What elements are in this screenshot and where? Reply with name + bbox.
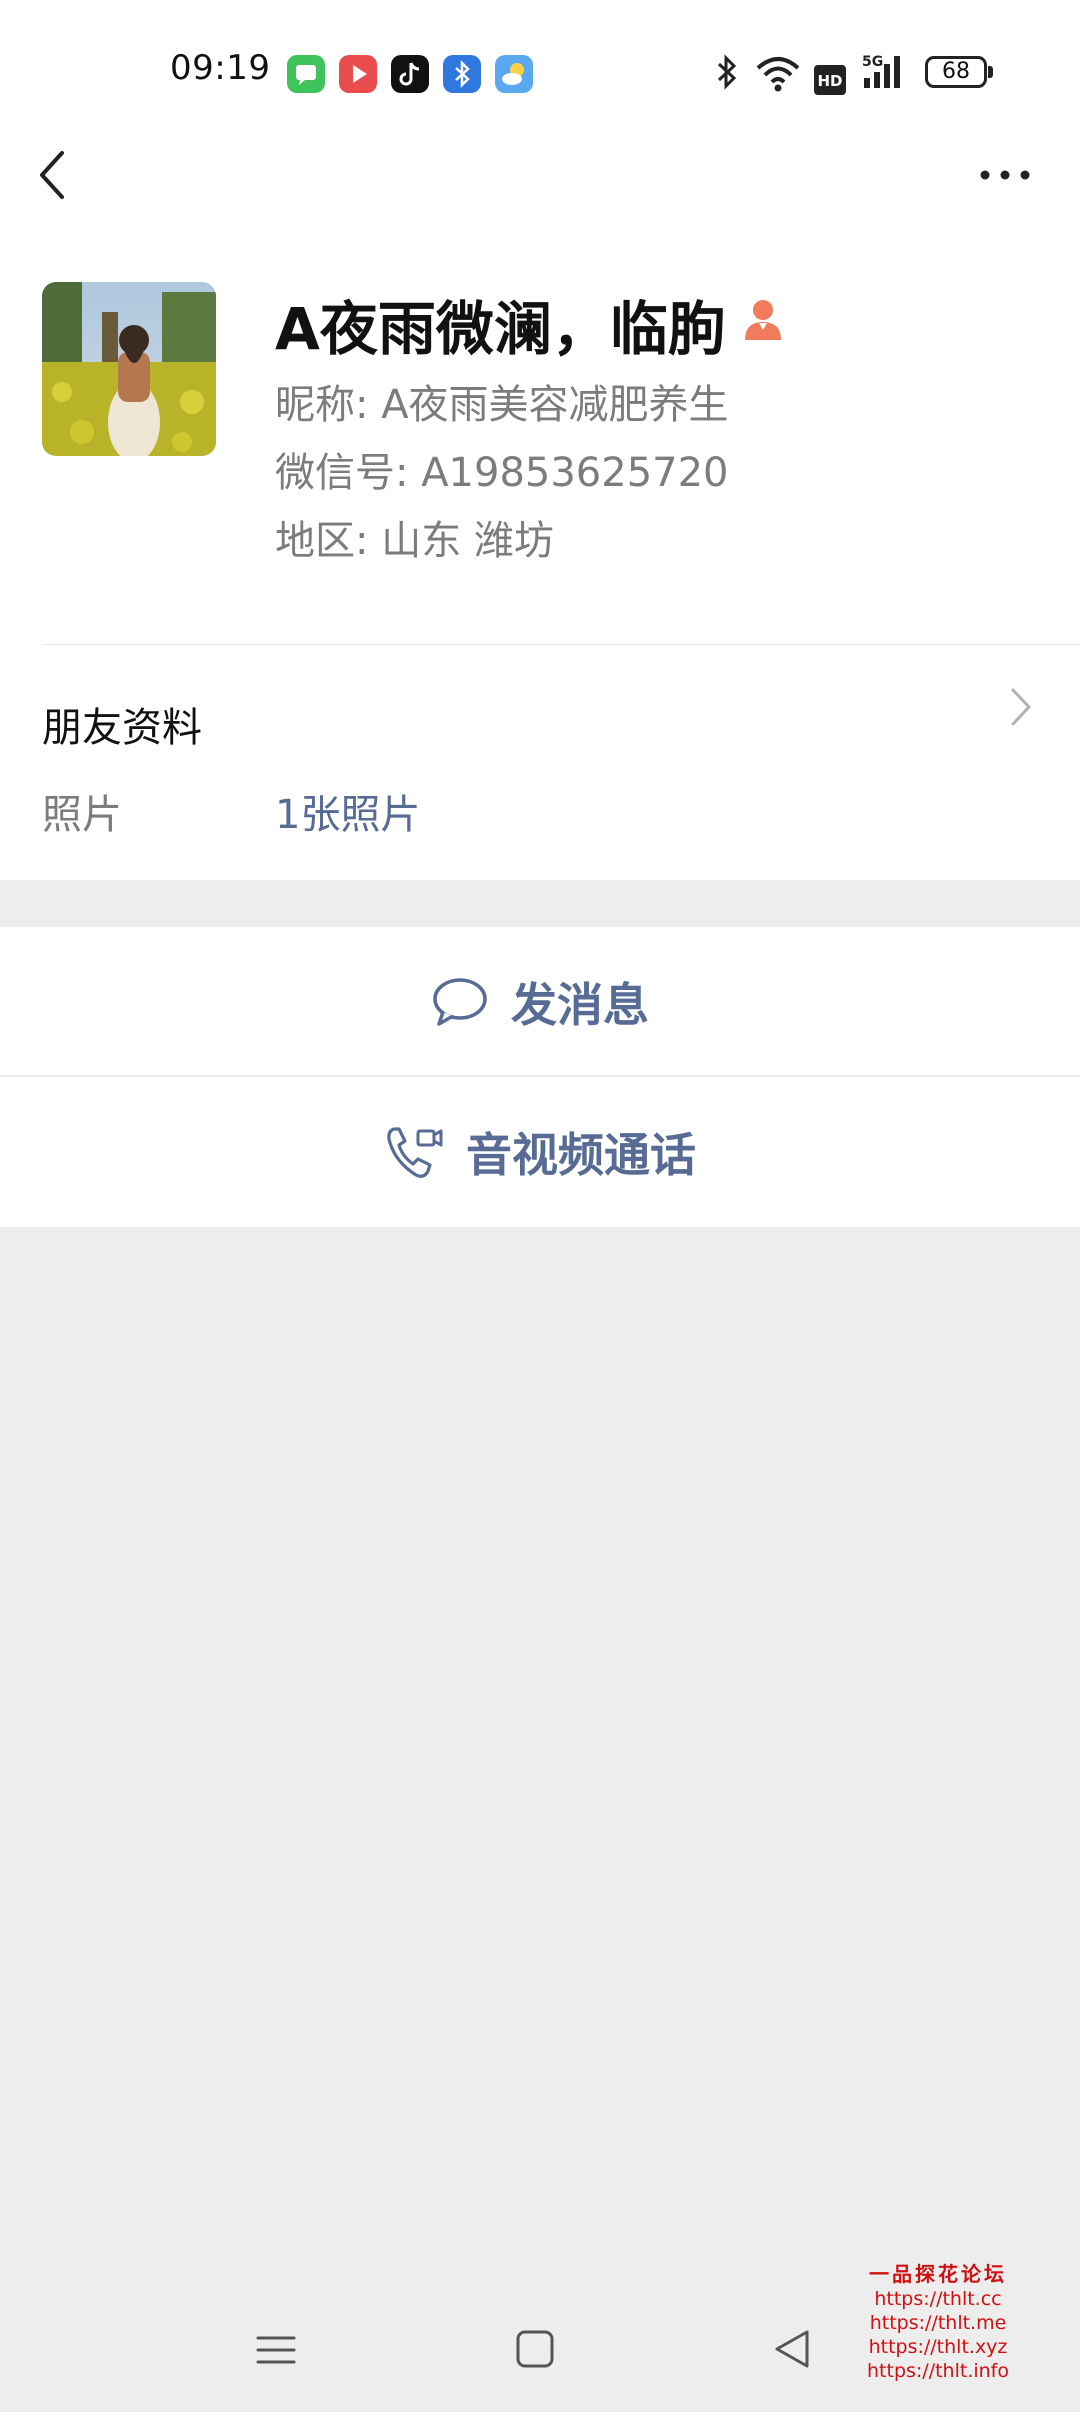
wechat-id-text: 微信号: A19853625720	[275, 450, 729, 496]
bluetooth-icon	[717, 54, 737, 90]
watermark-link: https://thlt.info	[867, 2360, 1009, 2382]
tiktok-icon	[391, 55, 429, 93]
back-triangle-icon	[775, 2330, 809, 2368]
watermark-link: https://thlt.me	[869, 2312, 1007, 2334]
chevron-right-icon[interactable]	[1008, 686, 1034, 728]
watermark-link: https://thlt.cc	[874, 2288, 1002, 2310]
friend-info-title[interactable]: 朋友资料	[42, 695, 202, 753]
svg-text:HD: HD	[817, 72, 842, 90]
messages-app-icon	[287, 55, 325, 93]
video-app-icon	[339, 55, 377, 93]
bluetooth-app-icon	[443, 55, 481, 93]
phone-video-icon	[387, 1127, 443, 1178]
divider	[42, 644, 1080, 645]
photo-count-link[interactable]: 1张照片	[275, 782, 420, 840]
battery-tip	[988, 66, 993, 78]
5g-signal-icon: 5G	[862, 54, 900, 88]
photo-label: 照片	[42, 792, 122, 838]
contact-person-icon	[745, 300, 781, 340]
back-button[interactable]	[30, 145, 80, 205]
more-options-button[interactable]	[975, 150, 1035, 200]
chat-bubble-icon	[433, 978, 487, 1026]
wifi-icon	[756, 57, 800, 92]
video-call-label: 音视频通话	[466, 1128, 696, 1182]
region-text: 地区: 山东 潍坊	[275, 518, 554, 564]
status-bar: 09:19 HD 5G 68	[0, 0, 1080, 140]
battery-indicator: 68	[925, 56, 987, 88]
watermark-link: https://thlt.xyz	[868, 2336, 1008, 2358]
display-name: A夜雨微澜，临朐	[275, 295, 726, 363]
watermark-title: 一品探花论坛	[869, 2262, 1007, 2286]
status-time: 09:19	[170, 48, 271, 88]
back-arrow-icon	[40, 151, 64, 199]
menu-nav-button[interactable]	[246, 2320, 306, 2380]
svg-text:5G: 5G	[862, 54, 883, 70]
home-nav-button[interactable]	[505, 2320, 565, 2380]
home-square-icon	[516, 2330, 554, 2368]
avatar[interactable]	[42, 282, 216, 456]
weather-icon	[495, 55, 533, 93]
send-message-button[interactable]: 发消息	[0, 927, 1080, 1077]
video-call-button[interactable]: 音视频通话	[0, 1077, 1080, 1227]
hd-icon: HD	[814, 65, 846, 95]
watermark: 一品探花论坛 https://thlt.cc https://thlt.me h…	[858, 2258, 1018, 2383]
nickname-text: 昵称: A夜雨美容减肥养生	[275, 382, 729, 428]
more-icon	[980, 170, 1030, 180]
menu-icon	[256, 2336, 296, 2364]
send-message-label: 发消息	[511, 978, 649, 1032]
back-nav-button[interactable]	[763, 2320, 823, 2380]
